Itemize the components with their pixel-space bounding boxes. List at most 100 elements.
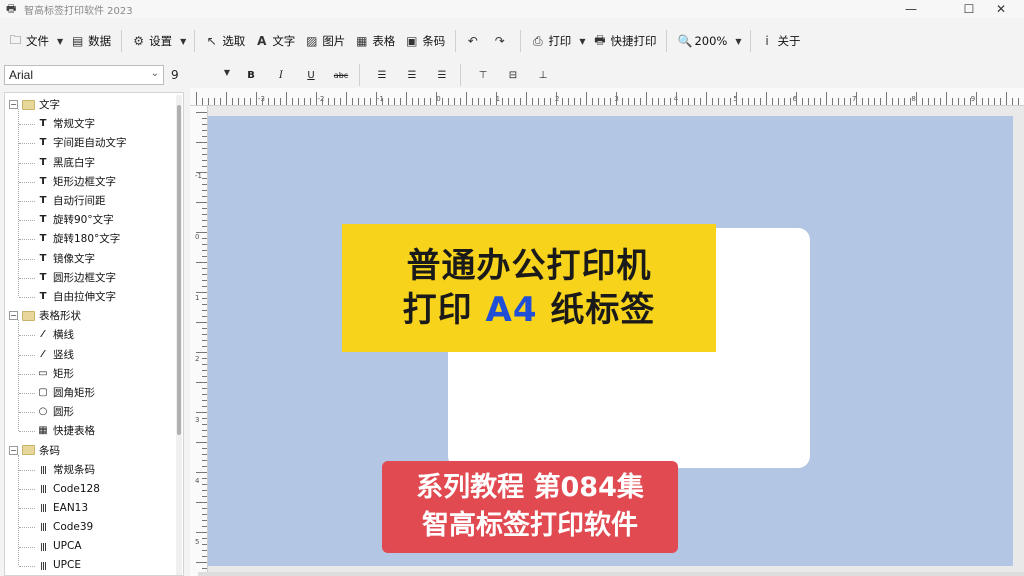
align-right-icon[interactable]: ☰ (429, 65, 455, 85)
banner-title-a4: A4 (485, 290, 538, 330)
valign-middle-icon[interactable]: ⊟ (500, 65, 526, 85)
tree-item[interactable]: ⁄ 竖线 (37, 345, 74, 364)
paper-area[interactable]: 普通办公打印机 打印 A4 纸标签 系列教程 第084集 智高标签打印软件 (208, 116, 1013, 566)
ruler-tick (460, 98, 461, 105)
ruler-tick (196, 92, 197, 105)
tree-item-label: 常规文字 (53, 118, 95, 131)
tree-item[interactable]: ○ 圆形 (37, 402, 74, 421)
ruler-tick (268, 98, 269, 105)
horizontal-scrollbar[interactable] (198, 572, 1024, 576)
print-button[interactable]: ⎙ 打印 (526, 28, 576, 54)
tree-item[interactable]: T 圆形边框文字 (37, 268, 116, 287)
ruler-tick (736, 92, 737, 105)
ruler-tick (364, 98, 365, 105)
circle-icon: ○ (38, 406, 48, 418)
format-toolbar: Arial ⌄ 9 ▼ B I U abc ☰ ☰ ☰ ⊤ ⊟ ⊥ (0, 62, 1024, 88)
gear-icon: ⚙ (133, 34, 145, 48)
design-canvas[interactable]: -3-2-10123456789 -1 0 1 2 3 4 5 普通办公打印机 打印 A4 … (190, 88, 1024, 576)
tree-group[interactable]: − 文字 (9, 95, 60, 114)
collapse-icon[interactable]: − (9, 100, 18, 109)
minimize-button[interactable]: — (888, 0, 934, 18)
close-button[interactable]: ✕ (978, 0, 1024, 18)
ruler-tick (688, 98, 689, 105)
tree-item[interactable]: T 黑底白字 (37, 153, 95, 172)
bold-button[interactable]: B (238, 65, 264, 85)
settings-button[interactable]: ⚙ 设置 (127, 28, 177, 54)
ruler-tick (400, 98, 401, 105)
tree-item-label: 镜像文字 (53, 252, 95, 265)
tree-item[interactable]: ||| Code39 (37, 517, 93, 536)
tree-group[interactable]: − 条码 (9, 441, 60, 460)
ruler-tick (196, 262, 207, 263)
undo-icon: ↶ (467, 34, 478, 48)
image-icon: ▨ (306, 34, 318, 48)
tree-item[interactable]: T 旋转90°文字 (37, 210, 114, 229)
tree-item[interactable]: T 常规文字 (37, 114, 95, 133)
align-center-icon[interactable]: ☰ (399, 65, 425, 85)
zoom-button[interactable]: 🔍 200% (672, 28, 732, 54)
separator (194, 30, 196, 52)
strikethrough-button[interactable]: abc (328, 65, 354, 85)
tree-group[interactable]: − 表格形状 (9, 306, 81, 325)
ruler-tick (958, 98, 959, 105)
file-menu-button[interactable]: 🗀 文件 (4, 28, 54, 54)
tree-item[interactable]: ||| Code128 (37, 479, 100, 498)
tree-item[interactable]: T 自动行间距 (37, 191, 106, 210)
ruler-tick (244, 98, 245, 105)
tree-item-label: 字间距自动文字 (53, 137, 127, 150)
font-size-select[interactable]: 9 ▼ (168, 65, 234, 85)
undo-button[interactable]: ↶ (461, 28, 488, 54)
ruler-tick (574, 98, 575, 105)
print-dropdown-arrow-icon[interactable]: ▼ (576, 37, 588, 46)
collapse-icon[interactable]: − (9, 445, 18, 455)
redo-button[interactable]: ↷ (488, 28, 515, 54)
text-icon: T (39, 175, 47, 187)
valign-top-icon[interactable]: ⊤ (470, 65, 496, 85)
separator (121, 30, 123, 52)
settings-dropdown-arrow-icon[interactable]: ▼ (177, 37, 189, 46)
tree-scrollbar[interactable] (176, 95, 182, 575)
file-dropdown-arrow-icon[interactable]: ▼ (54, 37, 66, 46)
tree-item[interactable]: ||| UPCE (37, 556, 81, 575)
ruler-tick (604, 98, 605, 105)
ruler-tick (712, 98, 713, 105)
ruler-tick (202, 98, 203, 105)
ruler-label: 0 (195, 233, 200, 241)
barcode-tool-button[interactable]: ▣ 条码 (400, 28, 450, 54)
text-tool-button[interactable]: A 文字 (250, 28, 300, 54)
tree-item[interactable]: T 镜像文字 (37, 249, 95, 268)
tree-item[interactable]: ||| UPCA (37, 537, 81, 556)
episode-banner: 系列教程 第084集 智高标签打印软件 (382, 461, 678, 553)
about-label: 关于 (777, 34, 801, 48)
tree-item[interactable]: T 字间距自动文字 (37, 133, 127, 152)
tree-item[interactable]: T 旋转180°文字 (37, 229, 121, 248)
collapse-icon[interactable]: − (9, 311, 18, 321)
tree-item[interactable]: ▦ 快捷表格 (37, 421, 95, 440)
ruler-tick (304, 98, 305, 105)
table-tool-button[interactable]: ▦ 表格 (350, 28, 400, 54)
italic-button[interactable]: I (268, 65, 294, 85)
tree-item[interactable]: ▭ 矩形 (37, 364, 74, 383)
align-left-icon[interactable]: ☰ (369, 65, 395, 85)
quick-print-button[interactable]: 🖶 快捷打印 (588, 28, 661, 54)
file-label: 文件 (26, 34, 49, 48)
tree-item[interactable]: ▢ 圆角矩形 (37, 383, 95, 402)
scrollbar-thumb[interactable] (177, 105, 181, 435)
ruler-tick (340, 98, 341, 105)
valign-bottom-icon[interactable]: ⊥ (530, 65, 556, 85)
select-tool-button[interactable]: ↖ 选取 (200, 28, 250, 54)
underline-button[interactable]: U (298, 65, 324, 85)
ruler-tick (628, 98, 629, 105)
font-family-select[interactable]: Arial ⌄ (4, 65, 164, 85)
ruler-tick (796, 92, 797, 105)
printer-app-icon: 🖶 (6, 2, 17, 15)
data-button[interactable]: ▤ 数据 (66, 28, 116, 54)
tree-item[interactable]: ⁄ 横线 (37, 325, 74, 344)
tree-item[interactable]: T 自由拉伸文字 (37, 287, 116, 306)
tree-item[interactable]: ||| 常规条码 (37, 460, 95, 479)
zoom-dropdown-arrow-icon[interactable]: ▼ (732, 37, 744, 46)
about-button[interactable]: i 关于 (756, 28, 806, 54)
tree-item[interactable]: T 矩形边框文字 (37, 172, 116, 191)
tree-item[interactable]: ||| EAN13 (37, 498, 88, 517)
image-tool-button[interactable]: ▨ 图片 (300, 28, 350, 54)
